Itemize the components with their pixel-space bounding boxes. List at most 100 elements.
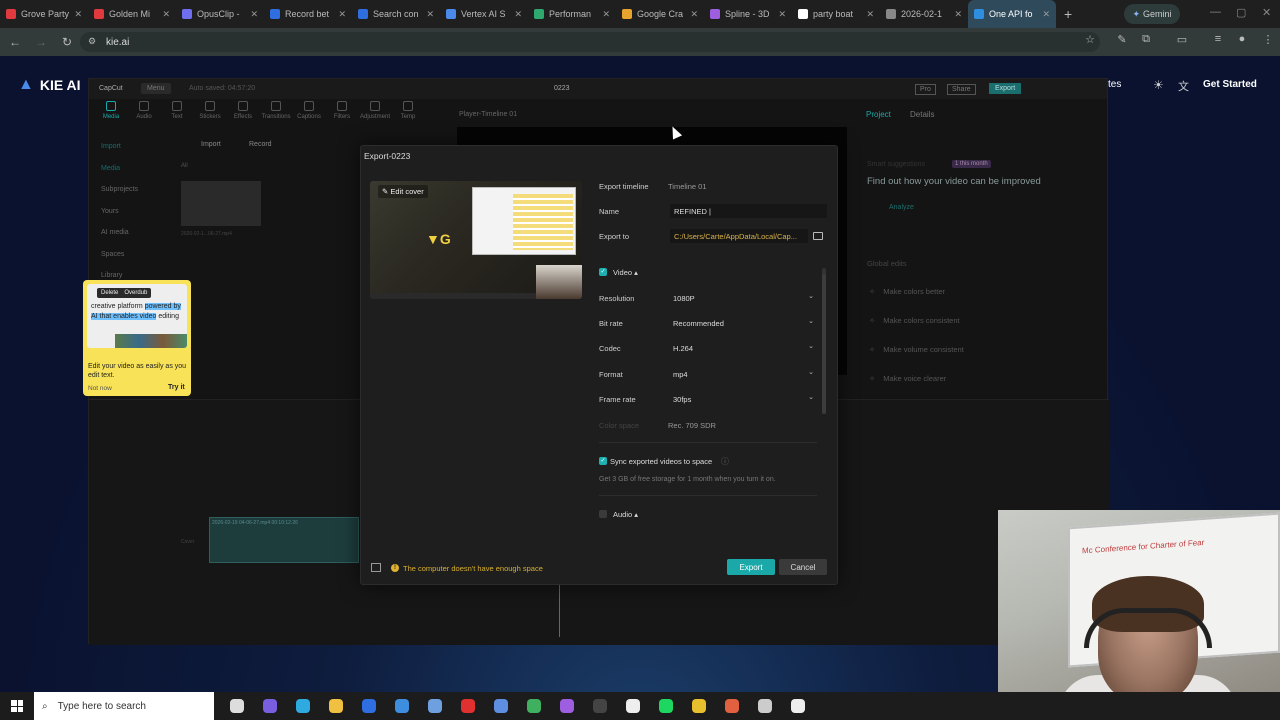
back-icon[interactable]: ← — [4, 31, 26, 53]
share-button[interactable]: Share — [947, 84, 976, 95]
site-info-icon[interactable]: ⚙ — [88, 36, 96, 47]
obs-icon[interactable] — [590, 696, 610, 716]
timeline-clip[interactable]: 2026-02-19 04-06-27.mp4 00:10:12:26 — [209, 517, 359, 563]
browser-tab[interactable]: Search con ✕ — [352, 0, 440, 28]
taskbar-search[interactable]: ⌕ Type here to search — [34, 692, 214, 720]
bookmark-star-icon[interactable]: ☆ — [1082, 33, 1098, 49]
global-edit-item[interactable]: ✧ Make colors better — [869, 281, 1087, 301]
close-tab-icon[interactable]: ✕ — [954, 9, 962, 20]
pro-badge[interactable]: Pro — [915, 84, 936, 95]
kie-logo[interactable]: ▲ KIE AI — [18, 76, 81, 94]
browser-tab[interactable]: Record bet ✕ — [264, 0, 352, 28]
sidebar-item-spaces[interactable]: Spaces — [101, 251, 124, 258]
browser-tab[interactable]: Grove Party ✕ — [0, 0, 88, 28]
browser-menu-icon[interactable]: ⋮ — [1260, 33, 1276, 49]
start-button[interactable] — [0, 692, 34, 720]
reload-icon[interactable]: ↻ — [56, 31, 78, 53]
url-field[interactable]: ⚙ kie.ai — [80, 32, 1100, 52]
tool-effects[interactable]: Effects — [227, 101, 259, 120]
close-tab-icon[interactable]: ✕ — [1042, 9, 1050, 20]
profile-avatar[interactable]: ● — [1234, 33, 1250, 49]
browser-tab[interactable]: Golden Mi ✕ — [88, 0, 176, 28]
video-checkbox[interactable]: ✓ — [599, 268, 607, 276]
chrome2-icon[interactable] — [689, 696, 709, 716]
close-tab-icon[interactable]: ✕ — [602, 9, 610, 20]
bitrate-select[interactable]: Recommended ⌄ — [668, 316, 818, 330]
edge-icon[interactable] — [293, 696, 313, 716]
translate-icon[interactable]: 文 — [1178, 78, 1189, 94]
export-button[interactable]: Export — [727, 559, 775, 575]
edit-cover-button[interactable]: ✎ Edit cover — [378, 185, 428, 198]
mail-icon[interactable] — [359, 696, 379, 716]
video-section-label[interactable]: Video ▴ — [613, 268, 638, 277]
settings-scrollbar[interactable] — [822, 268, 826, 414]
close-window-icon[interactable]: ✕ — [1262, 6, 1271, 19]
browser-tab[interactable]: Google Cra ✕ — [616, 0, 704, 28]
sidebar-item-subprojects[interactable]: Subprojects — [101, 186, 138, 193]
task-view-icon[interactable] — [227, 696, 247, 716]
close-tab-icon[interactable]: ✕ — [338, 9, 346, 20]
site-nav-partial[interactable]: tes — [1108, 79, 1121, 90]
spotify-icon[interactable] — [656, 696, 676, 716]
browser-tab[interactable]: party boat ✕ — [792, 0, 880, 28]
copilot-icon[interactable] — [260, 696, 280, 716]
capcut-icon[interactable] — [623, 696, 643, 716]
browser-tab[interactable]: Vertex AI S ✕ — [440, 0, 528, 28]
tool-media[interactable]: Media — [95, 101, 127, 120]
overdub-button[interactable]: Overdub — [124, 290, 147, 296]
close-tab-icon[interactable]: ✕ — [162, 9, 170, 20]
sidebar-icon[interactable]: ▭ — [1174, 33, 1190, 49]
browser-tab[interactable]: 2026-02-1 ✕ — [880, 0, 968, 28]
close-tab-icon[interactable]: ✕ — [426, 9, 434, 20]
pen-icon[interactable]: ✎ — [1114, 33, 1130, 49]
not-now-button[interactable]: Not now — [88, 385, 112, 392]
forward-icon[interactable]: → — [30, 31, 52, 53]
sidebar-item-yours[interactable]: Yours — [101, 208, 119, 215]
tool-temp[interactable]: Temp — [392, 101, 424, 120]
sidebar-item-library[interactable]: Library — [101, 272, 122, 279]
new-tab-button[interactable]: + — [1064, 6, 1072, 22]
close-tab-icon[interactable]: ✕ — [250, 9, 258, 20]
export-path-field[interactable]: C:/Users/Carte/AppData/Local/Cap... — [670, 229, 808, 243]
global-edit-item[interactable]: ✧ Make colors consistent — [869, 310, 1087, 330]
sync-checkbox[interactable]: ✓ — [599, 457, 607, 465]
capcut2-icon[interactable] — [788, 696, 808, 716]
close-tab-icon[interactable]: ✕ — [74, 9, 82, 20]
sidebar-item-import[interactable]: Import — [101, 143, 121, 150]
opera-icon[interactable] — [458, 696, 478, 716]
cover-preview[interactable]: ▼G ✎ Edit cover — [370, 181, 582, 299]
info-icon[interactable]: ⓘ — [721, 456, 729, 467]
maximize-icon[interactable]: ▢ — [1236, 6, 1246, 19]
get-started-link[interactable]: Get Started — [1203, 79, 1257, 90]
minimize-icon[interactable]: — — [1210, 6, 1221, 18]
browser-tab[interactable]: Performan ✕ — [528, 0, 616, 28]
gemini-button[interactable]: ✦ Gemini — [1124, 4, 1180, 24]
theme-toggle-icon[interactable]: ☀ — [1153, 78, 1164, 92]
name-input[interactable]: REFINED | — [670, 204, 827, 218]
tool-audio[interactable]: Audio — [128, 101, 160, 120]
close-tab-icon[interactable]: ✕ — [778, 9, 786, 20]
scrollbar-thumb[interactable] — [822, 274, 826, 414]
media-thumbnail[interactable] — [181, 181, 261, 226]
tool-captions[interactable]: Captions — [293, 101, 325, 120]
audio-checkbox[interactable] — [599, 510, 607, 518]
file-explorer-icon[interactable] — [326, 696, 346, 716]
resolution-select[interactable]: 1080P ⌄ — [668, 291, 818, 305]
app5-icon[interactable] — [755, 696, 775, 716]
cancel-button[interactable]: Cancel — [779, 559, 827, 575]
global-edit-item[interactable]: ✧ Make voice clearer — [869, 368, 1087, 388]
framerate-select[interactable]: 30fps ⌄ — [668, 392, 818, 406]
close-tab-icon[interactable]: ✕ — [690, 9, 698, 20]
format-select[interactable]: mp4 ⌄ — [668, 367, 818, 381]
chrome-icon[interactable] — [524, 696, 544, 716]
import-button[interactable]: Import — [201, 141, 221, 148]
tool-transitions[interactable]: Transitions — [260, 101, 292, 120]
sidebar-item-media[interactable]: Media — [101, 165, 120, 172]
codec-select[interactable]: H.264 ⌄ — [668, 341, 818, 355]
app4-icon[interactable] — [722, 696, 742, 716]
browser-tab[interactable]: OpusClip - ✕ — [176, 0, 264, 28]
menu-button[interactable]: Menu — [141, 83, 171, 94]
media-filter-all[interactable]: All — [181, 163, 188, 169]
film-icon[interactable] — [371, 563, 381, 572]
app2-icon[interactable] — [491, 696, 511, 716]
